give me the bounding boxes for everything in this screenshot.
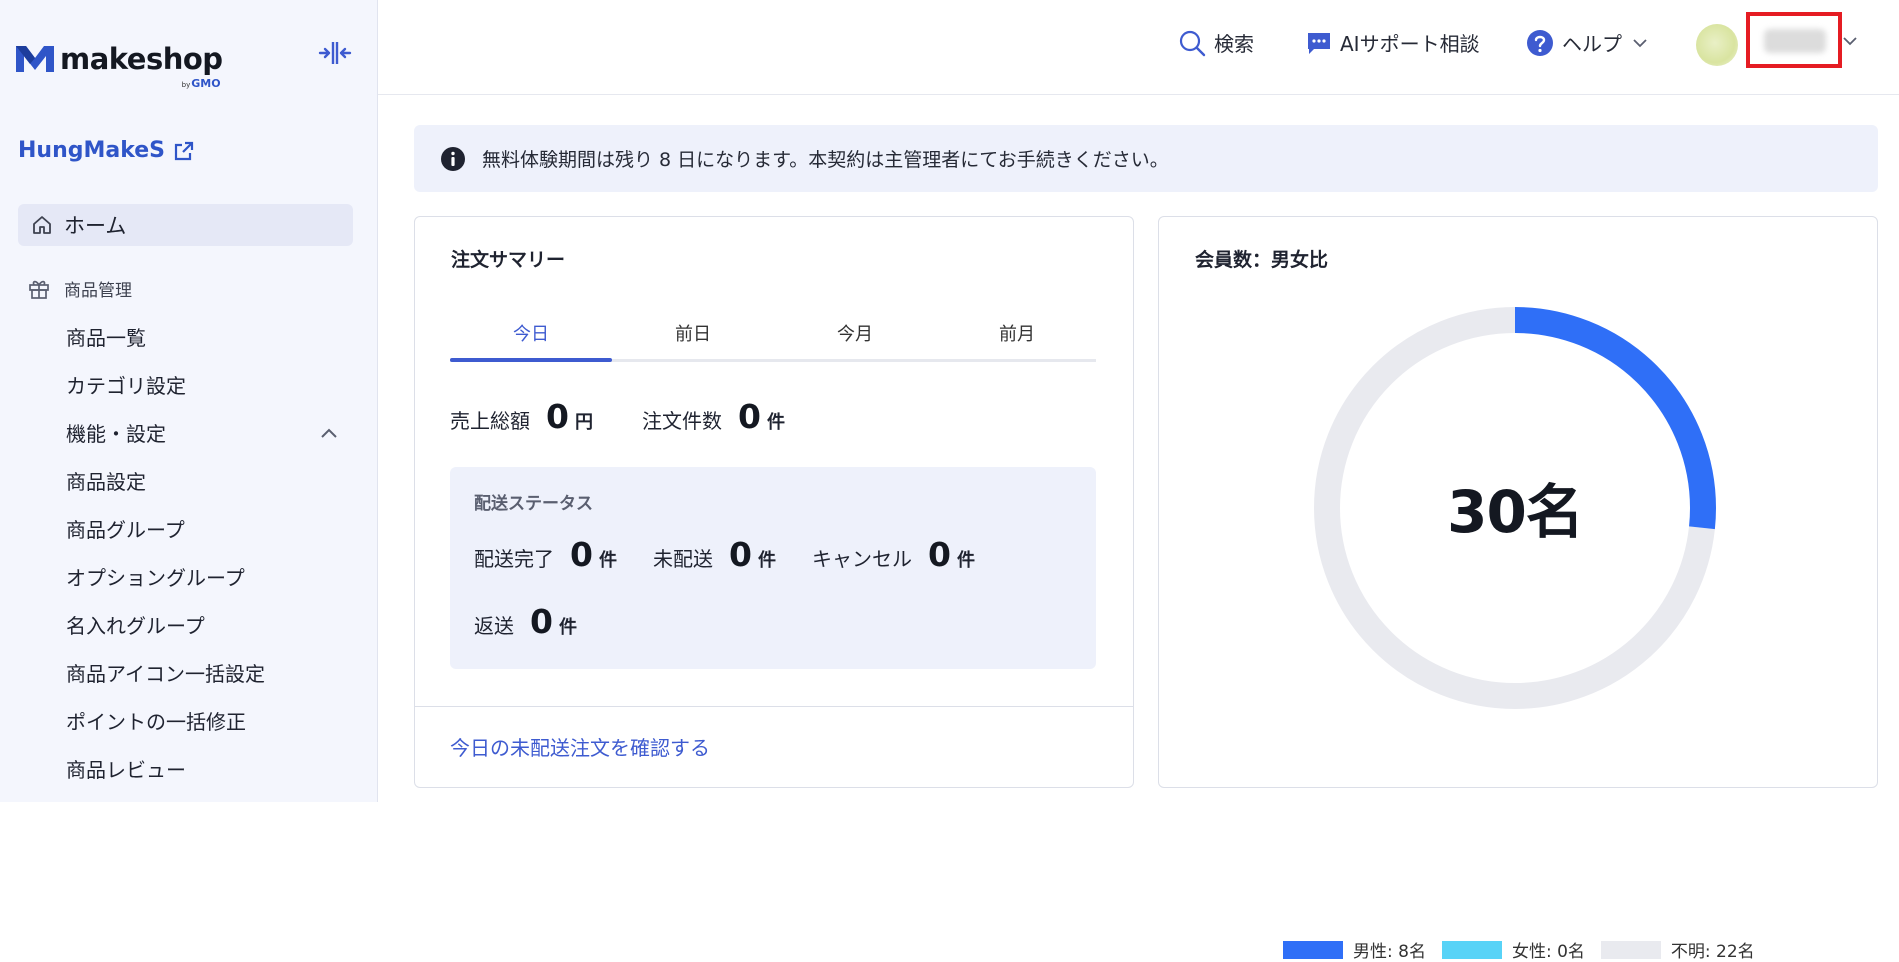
shipping-status-unit: 件 — [558, 617, 577, 638]
shipping-status-value: 0 — [928, 535, 951, 574]
legend-label: 不明: 22名 — [1670, 942, 1755, 962]
sidebar-group-features[interactable]: 機能・設定 — [66, 418, 338, 447]
shipping-status-item: 返送 0 件 — [474, 602, 577, 641]
brand-name: makeshop — [60, 42, 223, 76]
user-menu-button[interactable] — [1746, 12, 1842, 68]
sidebar-item-option-group[interactable]: オプショングループ — [66, 562, 245, 591]
members-gender-card: 会員数：男女比 30名 男性: 8名 女性: 0名 不明: 22名 — [1158, 216, 1878, 962]
tab-active-indicator — [450, 358, 612, 362]
order-count-value: 0 — [738, 397, 761, 436]
help-label: ヘルプ — [1562, 32, 1622, 56]
sales-total-label: 売上総額 — [450, 409, 530, 433]
order-count: 注文件数 0 件 — [642, 397, 785, 436]
tab-yesterday[interactable]: 前日 — [612, 308, 774, 362]
legend-swatch — [1600, 940, 1661, 959]
sidebar-item-product-review[interactable]: 商品レビュー — [66, 754, 186, 783]
tab-this-month[interactable]: 今月 — [774, 308, 936, 362]
search-label: 検索 — [1214, 32, 1254, 56]
ai-support-label: AIサポート相談 — [1340, 32, 1480, 56]
chevron-up-icon — [321, 428, 337, 438]
sidebar-item-product-list[interactable]: 商品一覧 — [66, 322, 146, 351]
tab-today[interactable]: 今日 — [450, 308, 612, 362]
legend-entry: 女性: 0名 — [1441, 937, 1585, 962]
order-count-label: 注文件数 — [642, 409, 722, 433]
legend-swatch — [1283, 940, 1343, 959]
search-button[interactable]: 検索 — [1178, 28, 1254, 57]
sidebar-collapse-button[interactable] — [318, 40, 352, 66]
legend-swatch — [1441, 940, 1502, 959]
order-count-unit: 件 — [766, 412, 785, 433]
shipping-status-item: 未配送 0 件 — [653, 535, 776, 574]
shop-name: HungMakeS — [18, 138, 166, 163]
help-menu-button[interactable]: ヘルプ — [1526, 28, 1656, 57]
sales-total-unit: 円 — [574, 412, 593, 433]
gift-icon — [29, 280, 49, 299]
chart-legend: 男性: 8名 女性: 0名 不明: 22名 — [1283, 937, 1771, 962]
search-icon — [1179, 30, 1206, 56]
shipping-status-label: キャンセル — [812, 547, 912, 571]
home-icon — [33, 216, 51, 234]
shipping-status-value: 0 — [530, 602, 553, 641]
sales-total: 売上総額 0 円 — [450, 397, 593, 436]
shipping-status-value: 0 — [570, 535, 593, 574]
sidebar-section-products: 商品管理 — [28, 276, 132, 301]
card-divider — [414, 706, 1134, 707]
legend-entry: 不明: 22名 — [1600, 937, 1755, 962]
external-link-icon — [174, 141, 194, 160]
shipping-status-item: 配送完了 0 件 — [474, 535, 617, 574]
sidebar-item-product-group[interactable]: 商品グループ — [66, 514, 185, 543]
legend-label: 男性: 8名 — [1353, 942, 1426, 962]
shop-name-link[interactable]: HungMakeS — [18, 138, 195, 163]
ai-support-button[interactable]: AIサポート相談 — [1306, 28, 1480, 57]
sidebar-item-icon-bulk[interactable]: 商品アイコン一括設定 — [66, 658, 265, 687]
sidebar-item-point-bulk[interactable]: ポイントの一括修正 — [66, 706, 246, 735]
shipping-status-label: 配送完了 — [474, 547, 554, 571]
avatar[interactable] — [1696, 24, 1738, 66]
tab-last-month[interactable]: 前月 — [936, 308, 1098, 362]
members-card-title: 会員数：男女比 — [1195, 249, 1329, 271]
brand-byline: byGMO — [181, 77, 221, 90]
shipping-status-value: 0 — [729, 535, 752, 574]
sidebar-item-category-settings[interactable]: カテゴリ設定 — [66, 370, 186, 399]
brand-logo[interactable]: makeshop byGMO — [16, 42, 223, 90]
shipping-status-title: 配送ステータス — [474, 494, 593, 514]
chat-icon — [1308, 32, 1330, 54]
shipping-status-unit: 件 — [956, 550, 975, 571]
collapse-icon — [318, 42, 352, 64]
sidebar-item-label: ホーム — [64, 214, 127, 238]
member-total: 30名 — [1447, 478, 1584, 546]
shipping-status-box: 配送ステータス 配送完了 0 件 未配送 0 件 キャンセル 0 件 返送 0 … — [450, 467, 1096, 669]
sidebar-section-label: 商品管理 — [64, 281, 132, 301]
chevron-down-icon[interactable] — [1842, 36, 1858, 46]
chevron-down-icon — [1633, 38, 1647, 47]
sidebar-item-home[interactable]: ホーム — [18, 204, 353, 246]
sales-total-value: 0 — [546, 397, 569, 436]
legend-label: 女性: 0名 — [1511, 942, 1585, 962]
shipping-status-unit: 件 — [757, 550, 776, 571]
shipping-status-unit: 件 — [598, 550, 617, 571]
user-name-blurred — [1764, 29, 1826, 53]
sidebar: makeshop byGMO HungMakeS ホーム 商品管理 商品一覧 カ… — [0, 0, 378, 802]
shipping-status-item: キャンセル 0 件 — [812, 535, 975, 574]
help-icon — [1527, 29, 1553, 56]
sidebar-item-engraving-group[interactable]: 名入れグループ — [66, 610, 205, 639]
shipping-status-label: 未配送 — [653, 547, 713, 571]
legend-entry: 男性: 8名 — [1283, 937, 1426, 962]
shipping-status-label: 返送 — [474, 614, 514, 638]
unshipped-orders-link[interactable]: 今日の未配送注文を確認する — [450, 732, 710, 761]
makeshop-logo-icon — [16, 46, 54, 72]
sidebar-group-label: 機能・設定 — [66, 422, 166, 446]
sidebar-item-product-settings[interactable]: 商品設定 — [66, 466, 146, 495]
